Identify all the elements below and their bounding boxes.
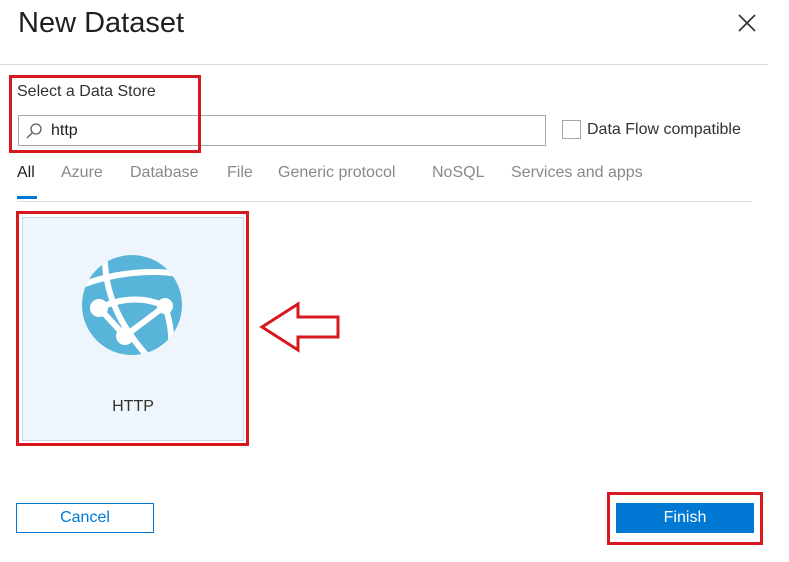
dataflow-compatible-checkbox[interactable]: Data Flow compatible xyxy=(562,120,741,139)
select-data-store-label: Select a Data Store xyxy=(17,83,156,100)
tab-services-and-apps[interactable]: Services and apps xyxy=(511,164,643,182)
http-connector-tile[interactable]: HTTP xyxy=(22,217,244,441)
pointer-arrow-icon xyxy=(259,301,340,353)
search-value: http xyxy=(51,122,78,139)
tab-nosql[interactable]: NoSQL xyxy=(432,164,484,182)
tab-file[interactable]: File xyxy=(227,164,253,182)
tabs-divider xyxy=(17,201,752,202)
search-input[interactable]: http xyxy=(18,115,546,146)
tab-generic-protocol[interactable]: Generic protocol xyxy=(278,164,395,182)
dialog-title: New Dataset xyxy=(18,7,185,39)
cancel-button[interactable]: Cancel xyxy=(16,503,154,533)
search-icon xyxy=(26,123,42,139)
tab-all[interactable]: All xyxy=(17,164,35,182)
http-connector-label: HTTP xyxy=(112,398,154,415)
checkbox-box[interactable] xyxy=(562,120,581,139)
dataflow-compatible-label: Data Flow compatible xyxy=(587,120,741,138)
header-divider xyxy=(0,64,768,65)
globe-network-icon xyxy=(82,255,182,355)
finish-button[interactable]: Finish xyxy=(616,503,754,533)
tab-azure[interactable]: Azure xyxy=(61,164,103,182)
active-tab-indicator xyxy=(17,196,37,199)
close-icon[interactable] xyxy=(736,12,758,34)
tab-database[interactable]: Database xyxy=(130,164,199,182)
